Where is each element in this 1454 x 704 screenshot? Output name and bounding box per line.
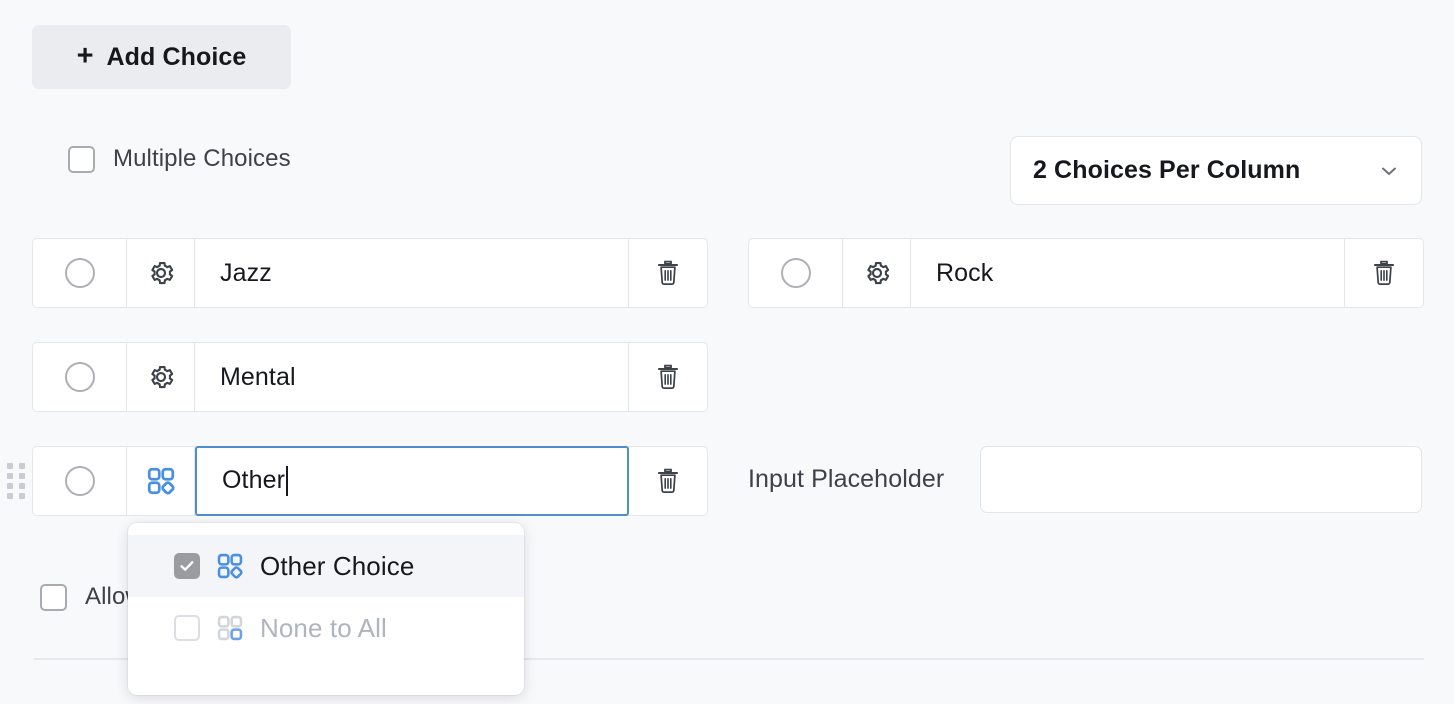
choices-per-column-select[interactable]: 2 Choices Per Column: [1010, 136, 1422, 205]
choice-settings-cell[interactable]: [127, 239, 195, 307]
input-placeholder-label: Input Placeholder: [748, 465, 945, 493]
gear-icon: [866, 261, 889, 285]
other-choice-checkbox-checked[interactable]: [174, 553, 200, 579]
choice-text-input[interactable]: Other: [195, 445, 629, 516]
plus-icon: +: [76, 39, 94, 72]
choice-row[interactable]: Mental: [32, 342, 708, 412]
dropdown-item-label: None to All: [260, 612, 387, 643]
other-choice-icon: [217, 553, 243, 579]
choice-text: Rock: [936, 258, 994, 287]
multiple-choices-label: Multiple Choices: [113, 145, 291, 172]
choice-text-cell[interactable]: Jazz: [195, 239, 629, 307]
radio-circle-icon[interactable]: [64, 362, 95, 392]
other-choice-dropdown-menu[interactable]: Other Choice None to All: [128, 523, 524, 695]
gear-icon: [150, 365, 173, 389]
drag-handle-icon[interactable]: [7, 462, 25, 500]
choice-delete-cell[interactable]: [1345, 239, 1423, 307]
choices-per-column-value: 2 Choices Per Column: [1033, 156, 1301, 184]
allow-other-input-checkbox[interactable]: [40, 583, 67, 611]
multiple-choices-checkbox[interactable]: [68, 145, 95, 173]
trash-icon: [657, 468, 679, 493]
other-choice-settings-cell[interactable]: [127, 447, 195, 515]
choice-settings-cell[interactable]: [127, 343, 195, 411]
input-placeholder-row: Input Placeholder: [748, 446, 1423, 513]
add-choice-button[interactable]: + Add Choice: [32, 25, 291, 89]
choice-radio-cell[interactable]: [33, 447, 127, 515]
choice-text: Other: [222, 466, 286, 494]
radio-circle-icon[interactable]: [780, 258, 811, 288]
choice-radio-cell[interactable]: [749, 239, 843, 307]
dropdown-item-label: Other Choice: [260, 550, 415, 581]
choice-settings-cell[interactable]: [843, 239, 911, 307]
choice-row-other[interactable]: Other: [32, 445, 708, 516]
choice-delete-cell[interactable]: [629, 447, 707, 515]
choice-row[interactable]: Jazz: [32, 238, 708, 308]
choice-text: Jazz: [220, 258, 272, 287]
choice-delete-cell[interactable]: [629, 343, 707, 411]
multiple-choices-row[interactable]: Multiple Choices: [68, 145, 291, 173]
add-choice-label: Add Choice: [106, 42, 247, 71]
radio-circle-icon[interactable]: [64, 466, 95, 496]
input-placeholder-field[interactable]: [980, 446, 1423, 513]
choice-text: Mental: [220, 362, 296, 391]
none-to-all-icon: [217, 615, 243, 641]
choice-radio-cell[interactable]: [33, 343, 127, 411]
dropdown-item-none-to-all: None to All: [128, 597, 524, 659]
choice-radio-cell[interactable]: [33, 239, 127, 307]
gear-icon: [150, 261, 173, 285]
choice-text-cell[interactable]: Rock: [911, 239, 1345, 307]
trash-icon: [1373, 260, 1395, 285]
dropdown-item-other-choice[interactable]: Other Choice: [128, 535, 524, 597]
none-to-all-checkbox: [174, 615, 200, 641]
trash-icon: [657, 364, 679, 389]
choice-text-cell[interactable]: Mental: [195, 343, 629, 411]
choice-row[interactable]: Rock: [748, 238, 1424, 308]
choice-editor-panel: + Add Choice Multiple Choices 2 Choices …: [0, 0, 1454, 704]
radio-circle-icon[interactable]: [64, 258, 95, 288]
trash-icon: [657, 260, 679, 285]
text-caret: [286, 465, 289, 496]
choice-delete-cell[interactable]: [629, 239, 707, 307]
other-choice-icon: [147, 467, 175, 495]
chevron-down-icon: [1379, 161, 1399, 181]
